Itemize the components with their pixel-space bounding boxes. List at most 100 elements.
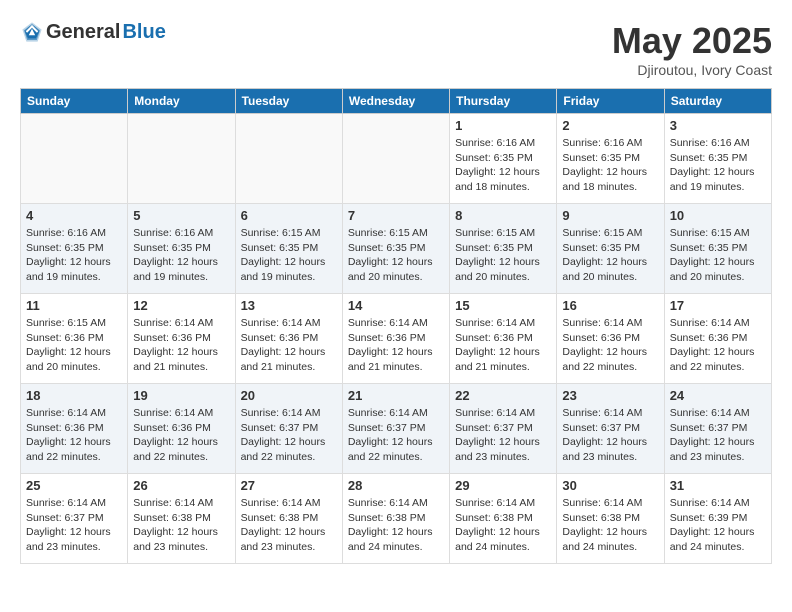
calendar-header-row: SundayMondayTuesdayWednesdayThursdayFrid… (21, 89, 772, 114)
day-number: 31 (670, 478, 766, 493)
day-info: Sunrise: 6:16 AM Sunset: 6:35 PM Dayligh… (26, 226, 122, 285)
day-number: 26 (133, 478, 229, 493)
day-number: 17 (670, 298, 766, 313)
day-info: Sunrise: 6:14 AM Sunset: 6:36 PM Dayligh… (133, 406, 229, 465)
day-number: 2 (562, 118, 658, 133)
day-info: Sunrise: 6:14 AM Sunset: 6:38 PM Dayligh… (562, 496, 658, 555)
calendar-cell: 31 Sunrise: 6:14 AM Sunset: 6:39 PM Dayli… (664, 474, 771, 564)
calendar-cell: 16 Sunrise: 6:14 AM Sunset: 6:36 PM Dayli… (557, 294, 664, 384)
day-number: 13 (241, 298, 337, 313)
calendar-cell: 14Sunrise: 6:14 AM Sunset: 6:36 PM Dayli… (342, 294, 449, 384)
day-info: Sunrise: 6:16 AM Sunset: 6:35 PM Dayligh… (133, 226, 229, 285)
calendar-cell: 19 Sunrise: 6:14 AM Sunset: 6:36 PM Dayli… (128, 384, 235, 474)
calendar-week-row: 11Sunrise: 6:15 AM Sunset: 6:36 PM Dayli… (21, 294, 772, 384)
day-info: Sunrise: 6:14 AM Sunset: 6:38 PM Dayligh… (241, 496, 337, 555)
day-number: 25 (26, 478, 122, 493)
day-info: Sunrise: 6:14 AM Sunset: 6:36 PM Dayligh… (133, 316, 229, 375)
day-number: 12 (133, 298, 229, 313)
day-number: 1 (455, 118, 551, 133)
calendar-cell: 5 Sunrise: 6:16 AM Sunset: 6:35 PM Daylig… (128, 204, 235, 294)
calendar-cell: 15 Sunrise: 6:14 AM Sunset: 6:36 PM Dayli… (450, 294, 557, 384)
month-title: May 2025 (612, 20, 772, 62)
day-number: 3 (670, 118, 766, 133)
day-info: Sunrise: 6:14 AM Sunset: 6:37 PM Dayligh… (26, 496, 122, 555)
calendar-cell: 8 Sunrise: 6:15 AM Sunset: 6:35 PM Daylig… (450, 204, 557, 294)
day-info: Sunrise: 6:14 AM Sunset: 6:36 PM Dayligh… (670, 316, 766, 375)
day-info: Sunrise: 6:14 AM Sunset: 6:38 PM Dayligh… (133, 496, 229, 555)
calendar-cell: 7Sunrise: 6:15 AM Sunset: 6:35 PM Daylig… (342, 204, 449, 294)
day-header-monday: Monday (128, 89, 235, 114)
day-info: Sunrise: 6:14 AM Sunset: 6:36 PM Dayligh… (26, 406, 122, 465)
calendar-cell: 30Sunrise: 6:14 AM Sunset: 6:38 PM Dayli… (557, 474, 664, 564)
day-number: 10 (670, 208, 766, 223)
calendar-cell: 29 Sunrise: 6:14 AM Sunset: 6:38 PM Dayli… (450, 474, 557, 564)
logo-icon (20, 20, 44, 44)
logo-blue-text: Blue (122, 21, 165, 44)
day-info: Sunrise: 6:14 AM Sunset: 6:36 PM Dayligh… (348, 316, 444, 375)
day-number: 18 (26, 388, 122, 403)
day-header-tuesday: Tuesday (235, 89, 342, 114)
day-info: Sunrise: 6:14 AM Sunset: 6:37 PM Dayligh… (562, 406, 658, 465)
calendar-cell: 9 Sunrise: 6:15 AM Sunset: 6:35 PM Daylig… (557, 204, 664, 294)
day-info: Sunrise: 6:14 AM Sunset: 6:36 PM Dayligh… (562, 316, 658, 375)
calendar-cell: 17 Sunrise: 6:14 AM Sunset: 6:36 PM Dayli… (664, 294, 771, 384)
day-number: 5 (133, 208, 229, 223)
day-info: Sunrise: 6:14 AM Sunset: 6:37 PM Dayligh… (348, 406, 444, 465)
calendar-week-row: 4 Sunrise: 6:16 AM Sunset: 6:35 PM Daylig… (21, 204, 772, 294)
calendar-cell: 25 Sunrise: 6:14 AM Sunset: 6:37 PM Dayli… (21, 474, 128, 564)
calendar-table: SundayMondayTuesdayWednesdayThursdayFrid… (20, 88, 772, 564)
day-number: 29 (455, 478, 551, 493)
day-number: 19 (133, 388, 229, 403)
calendar-cell (235, 114, 342, 204)
day-info: Sunrise: 6:16 AM Sunset: 6:35 PM Dayligh… (670, 136, 766, 195)
day-number: 15 (455, 298, 551, 313)
day-header-sunday: Sunday (21, 89, 128, 114)
day-number: 28 (348, 478, 444, 493)
day-info: Sunrise: 6:14 AM Sunset: 6:37 PM Dayligh… (670, 406, 766, 465)
day-header-friday: Friday (557, 89, 664, 114)
day-info: Sunrise: 6:14 AM Sunset: 6:39 PM Dayligh… (670, 496, 766, 555)
calendar-cell: 2Sunrise: 6:16 AM Sunset: 6:35 PM Daylig… (557, 114, 664, 204)
title-block: May 2025 Djiroutou, Ivory Coast (612, 20, 772, 78)
calendar-cell (21, 114, 128, 204)
day-number: 23 (562, 388, 658, 403)
calendar-week-row: 18 Sunrise: 6:14 AM Sunset: 6:36 PM Dayli… (21, 384, 772, 474)
day-number: 8 (455, 208, 551, 223)
day-info: Sunrise: 6:14 AM Sunset: 6:36 PM Dayligh… (241, 316, 337, 375)
day-info: Sunrise: 6:14 AM Sunset: 6:38 PM Dayligh… (455, 496, 551, 555)
calendar-cell (342, 114, 449, 204)
day-number: 9 (562, 208, 658, 223)
day-number: 24 (670, 388, 766, 403)
day-number: 11 (26, 298, 122, 313)
day-header-wednesday: Wednesday (342, 89, 449, 114)
day-info: Sunrise: 6:15 AM Sunset: 6:35 PM Dayligh… (455, 226, 551, 285)
calendar-cell: 26 Sunrise: 6:14 AM Sunset: 6:38 PM Dayli… (128, 474, 235, 564)
calendar-cell: 27 Sunrise: 6:14 AM Sunset: 6:38 PM Dayli… (235, 474, 342, 564)
calendar-cell: 12 Sunrise: 6:14 AM Sunset: 6:36 PM Dayli… (128, 294, 235, 384)
calendar-cell: 18 Sunrise: 6:14 AM Sunset: 6:36 PM Dayli… (21, 384, 128, 474)
calendar-cell: 20Sunrise: 6:14 AM Sunset: 6:37 PM Dayli… (235, 384, 342, 474)
page-header: General Blue May 2025 Djiroutou, Ivory C… (20, 20, 772, 78)
day-number: 7 (348, 208, 444, 223)
calendar-cell: 13 Sunrise: 6:14 AM Sunset: 6:36 PM Dayli… (235, 294, 342, 384)
logo-general-text: General (46, 21, 120, 44)
calendar-cell: 1Sunrise: 6:16 AM Sunset: 6:35 PM Daylig… (450, 114, 557, 204)
day-info: Sunrise: 6:15 AM Sunset: 6:35 PM Dayligh… (670, 226, 766, 285)
day-header-saturday: Saturday (664, 89, 771, 114)
day-number: 16 (562, 298, 658, 313)
day-number: 21 (348, 388, 444, 403)
day-header-thursday: Thursday (450, 89, 557, 114)
day-number: 27 (241, 478, 337, 493)
day-number: 4 (26, 208, 122, 223)
day-info: Sunrise: 6:14 AM Sunset: 6:36 PM Dayligh… (455, 316, 551, 375)
calendar-week-row: 1 Sunrise: 6:16 AM Sunset: 6:35 PM Daylig… (21, 114, 772, 204)
day-info: Sunrise: 6:15 AM Sunset: 6:35 PM Dayligh… (562, 226, 658, 285)
day-info: Sunrise: 6:14 AM Sunset: 6:37 PM Dayligh… (241, 406, 337, 465)
day-number: 6 (241, 208, 337, 223)
calendar-cell: 3 Sunrise: 6:16 AM Sunset: 6:35 PM Daylig… (664, 114, 771, 204)
calendar-cell: 22Sunrise: 6:14 AM Sunset: 6:37 PM Dayli… (450, 384, 557, 474)
day-info: Sunrise: 6:14 AM Sunset: 6:38 PM Dayligh… (348, 496, 444, 555)
calendar-cell: 6Sunrise: 6:15 AM Sunset: 6:35 PM Daylig… (235, 204, 342, 294)
calendar-cell: 21 Sunrise: 6:14 AM Sunset: 6:37 PM Dayli… (342, 384, 449, 474)
calendar-cell: 23 Sunrise: 6:14 AM Sunset: 6:37 PM Dayli… (557, 384, 664, 474)
